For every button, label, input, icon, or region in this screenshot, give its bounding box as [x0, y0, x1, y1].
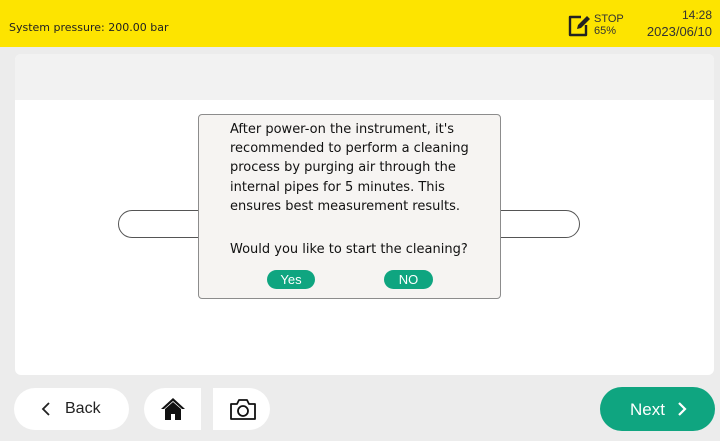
panel-header: [15, 54, 714, 100]
clock-date: 2023/06/10: [646, 24, 712, 39]
battery-level-label: 65%: [594, 25, 617, 37]
system-pressure-text: System pressure: 200.00 bar: [9, 21, 169, 34]
camera-icon: [230, 399, 256, 420]
back-button-label: Back: [65, 400, 101, 417]
home-button[interactable]: [144, 388, 201, 430]
stop-status-label: STOP: [594, 13, 624, 25]
next-button-label: Next: [630, 400, 665, 419]
status-bar: System pressure: 200.00 bar STOP 65% 14:…: [0, 0, 720, 47]
home-icon: [161, 398, 185, 420]
dialog-message: After power-on the instrument, it's reco…: [230, 122, 469, 214]
chevron-right-icon: [678, 402, 687, 416]
cleaning-dialog: After power-on the instrument, it's reco…: [198, 114, 501, 299]
clock-time: 14:28: [681, 8, 712, 22]
next-button[interactable]: Next: [600, 387, 715, 431]
dialog-question: Would you like to start the cleaning?: [230, 242, 468, 257]
edit-icon[interactable]: [566, 13, 592, 39]
yes-button[interactable]: Yes: [267, 270, 315, 289]
no-button[interactable]: NO: [384, 270, 433, 289]
chevron-left-icon: [41, 402, 50, 416]
camera-button[interactable]: [213, 388, 270, 430]
back-button[interactable]: Back: [14, 388, 129, 430]
